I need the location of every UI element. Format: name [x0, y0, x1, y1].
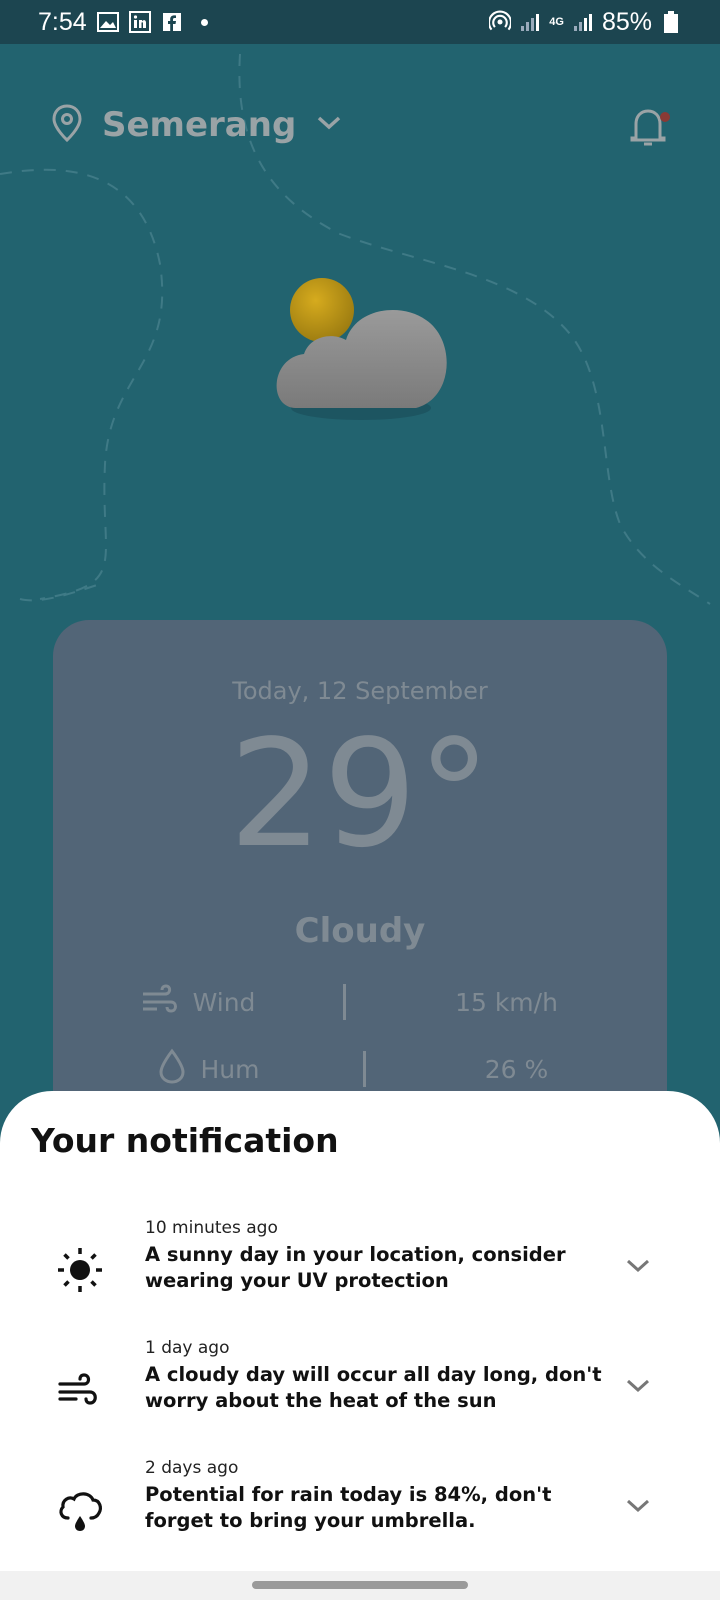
chevron-down-icon: [316, 115, 342, 135]
notification-time: 2 days ago: [145, 1458, 239, 1478]
notification-item[interactable]: 1 day ago A cloudy day will occur all da…: [0, 1338, 720, 1438]
home-gesture-handle[interactable]: [252, 1581, 468, 1589]
notification-time: 10 minutes ago: [145, 1218, 278, 1238]
chevron-down-icon[interactable]: [624, 1492, 652, 1520]
notification-item[interactable]: 2 days ago Potential for rain today is 8…: [0, 1458, 720, 1558]
facebook-icon: [161, 11, 183, 33]
status-time: 7:54: [38, 7, 87, 36]
gallery-icon: [96, 11, 119, 33]
humidity-value: 26 %: [484, 1054, 549, 1084]
notification-sheet: Your notification 10 minutes ago A sunny…: [0, 1091, 720, 1571]
chevron-down-icon[interactable]: [624, 1372, 652, 1400]
notification-text: A cloudy day will occur all day long, do…: [145, 1363, 602, 1412]
battery-icon: [660, 11, 682, 33]
sun-icon: [56, 1246, 104, 1294]
notification-text: Potential for rain today is 84%, don't f…: [145, 1483, 552, 1532]
wind-label: Wind: [192, 987, 256, 1017]
weather-date: Today, 12 September: [232, 677, 488, 705]
chevron-down-icon[interactable]: [624, 1252, 652, 1280]
bell-badge: [660, 112, 670, 122]
location-pin-icon: [52, 104, 82, 146]
location-name: Semerang: [102, 105, 297, 145]
notification-item[interactable]: 10 minutes ago A sunny day in your locat…: [0, 1218, 720, 1318]
signal-icon: [519, 11, 541, 33]
network-type: 4G: [549, 15, 564, 28]
notification-dot: [200, 18, 208, 26]
battery-percent: 85%: [601, 7, 652, 36]
wind-value: 15 km/h: [455, 987, 558, 1017]
sheet-title: Your notification: [31, 1121, 339, 1160]
signal-icon-2: [572, 11, 594, 33]
weather-condition: Cloudy: [294, 911, 426, 951]
hotspot-icon: [489, 10, 512, 33]
humidity-drop-icon: [157, 1048, 187, 1090]
notification-time: 1 day ago: [145, 1338, 230, 1358]
wind-icon: [56, 1366, 104, 1414]
navigation-bar: [0, 1571, 720, 1600]
status-bar: 7:54 4G 85%: [0, 0, 720, 44]
wind-icon: [141, 982, 179, 1022]
rain-cloud-icon: [56, 1486, 104, 1534]
sun-cloud-icon: [276, 258, 456, 432]
humidity-row: Hum 26 %: [53, 1048, 667, 1090]
humidity-label: Hum: [200, 1054, 260, 1084]
temperature: 29°: [228, 708, 492, 880]
location-selector[interactable]: Semerang: [52, 104, 342, 146]
linkedin-icon: [128, 11, 151, 33]
wind-row: Wind 15 km/h: [53, 982, 667, 1022]
notification-text: A sunny day in your location, consider w…: [145, 1243, 566, 1292]
